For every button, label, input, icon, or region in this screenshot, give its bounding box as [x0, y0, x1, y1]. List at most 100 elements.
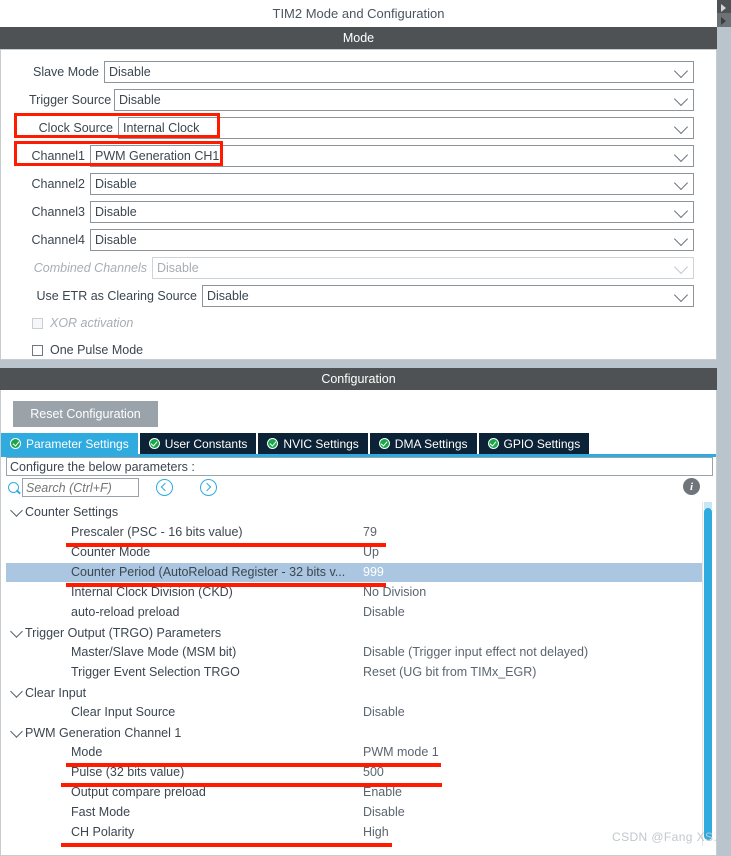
field-clock-source: Clock Source Internal Clock [29, 116, 694, 140]
outer-scrollbar-track[interactable] [717, 27, 731, 856]
scroll-down-arrow-icon[interactable] [717, 13, 731, 27]
configuration-tabs: Parameter Settings User Constants NVIC S… [1, 433, 591, 454]
field-channel2: Channel2 Disable [29, 172, 694, 196]
configure-parameters-note: Configure the below parameters : [6, 457, 713, 476]
group-label: Clear Input [25, 685, 87, 700]
param-value[interactable]: No Division [363, 585, 426, 599]
tab-label: NVIC Settings [283, 436, 359, 451]
info-icon[interactable]: i [683, 478, 700, 495]
trigger-source-dropdown[interactable]: Disable [114, 89, 694, 111]
use-etr-label: Use ETR as Clearing Source [36, 289, 197, 303]
param-value[interactable]: Reset (UG bit from TIMx_EGR) [363, 665, 536, 679]
param-name: Mode [71, 745, 103, 759]
search-input[interactable] [22, 478, 139, 497]
param-name: auto-reload preload [71, 605, 180, 619]
table-row[interactable]: Mode PWM mode 1 [6, 743, 703, 762]
tab-gpio-settings[interactable]: GPIO Settings [478, 433, 590, 454]
table-row[interactable]: Fast Mode Disable [6, 803, 703, 822]
page-title: TIM2 Mode and Configuration [272, 6, 445, 21]
checkbox-box-icon[interactable] [32, 344, 43, 356]
table-row[interactable]: Clear Input Source Disable [6, 703, 703, 722]
configuration-section-title: Configuration [321, 372, 396, 386]
param-value[interactable]: 500 [363, 765, 384, 779]
param-name: Pulse (32 bits value) [71, 765, 185, 779]
table-row[interactable]: Internal Clock Division (CKD) No Divisio… [6, 583, 703, 602]
field-combined-channels: Combined Channels Disable [29, 256, 694, 280]
param-name: Counter Mode [71, 545, 151, 559]
check-circle-icon [378, 438, 390, 449]
combined-channels-label: Combined Channels [33, 261, 147, 275]
checkbox-one-pulse-mode[interactable]: One Pulse Mode [32, 340, 143, 360]
tree-group-pwm-generation-channel-1[interactable]: PWM Generation Channel 1 [6, 723, 181, 742]
configure-parameters-text: Configure the below parameters : [10, 459, 195, 474]
slave-mode-dropdown[interactable]: Disable [104, 61, 694, 83]
tab-dma-settings[interactable]: DMA Settings [369, 433, 477, 454]
tree-group-trigger-output[interactable]: Trigger Output (TRGO) Parameters [6, 623, 221, 642]
parameter-list-scrollbar[interactable] [702, 502, 713, 846]
channel2-dropdown[interactable]: Disable [90, 173, 694, 195]
table-row[interactable]: Prescaler (PSC - 16 bits value) 79 [6, 523, 703, 542]
clock-source-dropdown[interactable]: Internal Clock [118, 117, 694, 139]
scroll-up-arrow-icon[interactable] [717, 0, 731, 13]
channel1-value: PWM Generation CH1 [95, 149, 220, 163]
table-row[interactable]: Master/Slave Mode (MSM bit) Disable (Tri… [6, 643, 703, 662]
param-name: Prescaler (PSC - 16 bits value) [71, 525, 243, 539]
watermark: CSDN @Fang XS. [612, 830, 718, 844]
param-value[interactable]: High [363, 825, 389, 839]
chevron-down-icon [10, 624, 23, 638]
param-value[interactable]: Disable [363, 805, 405, 819]
chevron-left-circle-icon[interactable] [156, 479, 173, 496]
use-etr-value: Disable [207, 289, 249, 303]
outer-scrollbar[interactable] [717, 0, 731, 856]
param-value[interactable]: Disable (Trigger input effect not delaye… [363, 645, 588, 659]
channel1-label: Channel1 [31, 149, 85, 163]
parameter-tree: Counter Settings Prescaler (PSC - 16 bit… [6, 502, 710, 846]
check-circle-icon [487, 438, 499, 449]
param-value[interactable]: 999 [363, 565, 384, 579]
field-channel1: Channel1 PWM Generation CH1 [29, 144, 694, 168]
channel3-dropdown[interactable]: Disable [90, 201, 694, 223]
param-value[interactable]: PWM mode 1 [363, 745, 439, 759]
param-value[interactable]: Enable [363, 785, 402, 799]
tab-user-constants[interactable]: User Constants [139, 433, 257, 454]
channel4-label: Channel4 [31, 233, 85, 247]
table-row[interactable]: Output compare preload Enable [6, 783, 703, 802]
param-name: Trigger Event Selection TRGO [71, 665, 240, 679]
field-channel4: Channel4 Disable [29, 228, 694, 252]
channel4-dropdown[interactable]: Disable [90, 229, 694, 251]
field-channel3: Channel3 Disable [29, 200, 694, 224]
tab-nvic-settings[interactable]: NVIC Settings [258, 433, 368, 454]
reset-configuration-button[interactable]: Reset Configuration [13, 401, 158, 427]
table-row[interactable]: Trigger Event Selection TRGO Reset (UG b… [6, 663, 703, 682]
window-title-bar: TIM2 Mode and Configuration [0, 0, 717, 27]
param-value[interactable]: Up [363, 545, 379, 559]
table-row-selected[interactable]: Counter Period (AutoReload Register - 32… [6, 563, 703, 582]
use-etr-dropdown[interactable]: Disable [202, 285, 694, 307]
table-row[interactable]: Counter Mode Up [6, 543, 703, 562]
combined-channels-dropdown: Disable [152, 257, 694, 279]
table-row[interactable]: Pulse (32 bits value) 500 [6, 763, 703, 782]
checkbox-xor-activation: XOR activation [32, 313, 133, 333]
chevron-down-icon [673, 63, 689, 79]
scrollbar-thumb[interactable] [704, 508, 712, 840]
channel3-value: Disable [95, 205, 137, 219]
tree-group-clear-input[interactable]: Clear Input [6, 683, 86, 702]
chevron-right-circle-icon[interactable] [200, 479, 217, 496]
trigger-source-value: Disable [119, 93, 161, 107]
tab-parameter-settings[interactable]: Parameter Settings [1, 433, 138, 454]
tree-group-counter-settings[interactable]: Counter Settings [6, 502, 118, 521]
channel1-dropdown[interactable]: PWM Generation CH1 [90, 145, 694, 167]
param-value[interactable]: Disable [363, 605, 405, 619]
param-value[interactable]: 79 [363, 525, 377, 539]
trigger-source-label: Trigger Source [29, 93, 112, 107]
tim2-configuration-window: TIM2 Mode and Configuration Mode Slave M… [0, 0, 731, 856]
group-label: Trigger Output (TRGO) Parameters [25, 625, 222, 640]
group-label: PWM Generation Channel 1 [25, 725, 182, 740]
chevron-down-icon [673, 147, 689, 163]
param-value[interactable]: Disable [363, 705, 405, 719]
table-row[interactable]: CH Polarity High [6, 823, 703, 842]
table-row[interactable]: auto-reload preload Disable [6, 603, 703, 622]
param-name: Clear Input Source [71, 705, 176, 719]
field-trigger-source: Trigger Source Disable [29, 88, 694, 112]
tab-label: DMA Settings [394, 436, 468, 451]
